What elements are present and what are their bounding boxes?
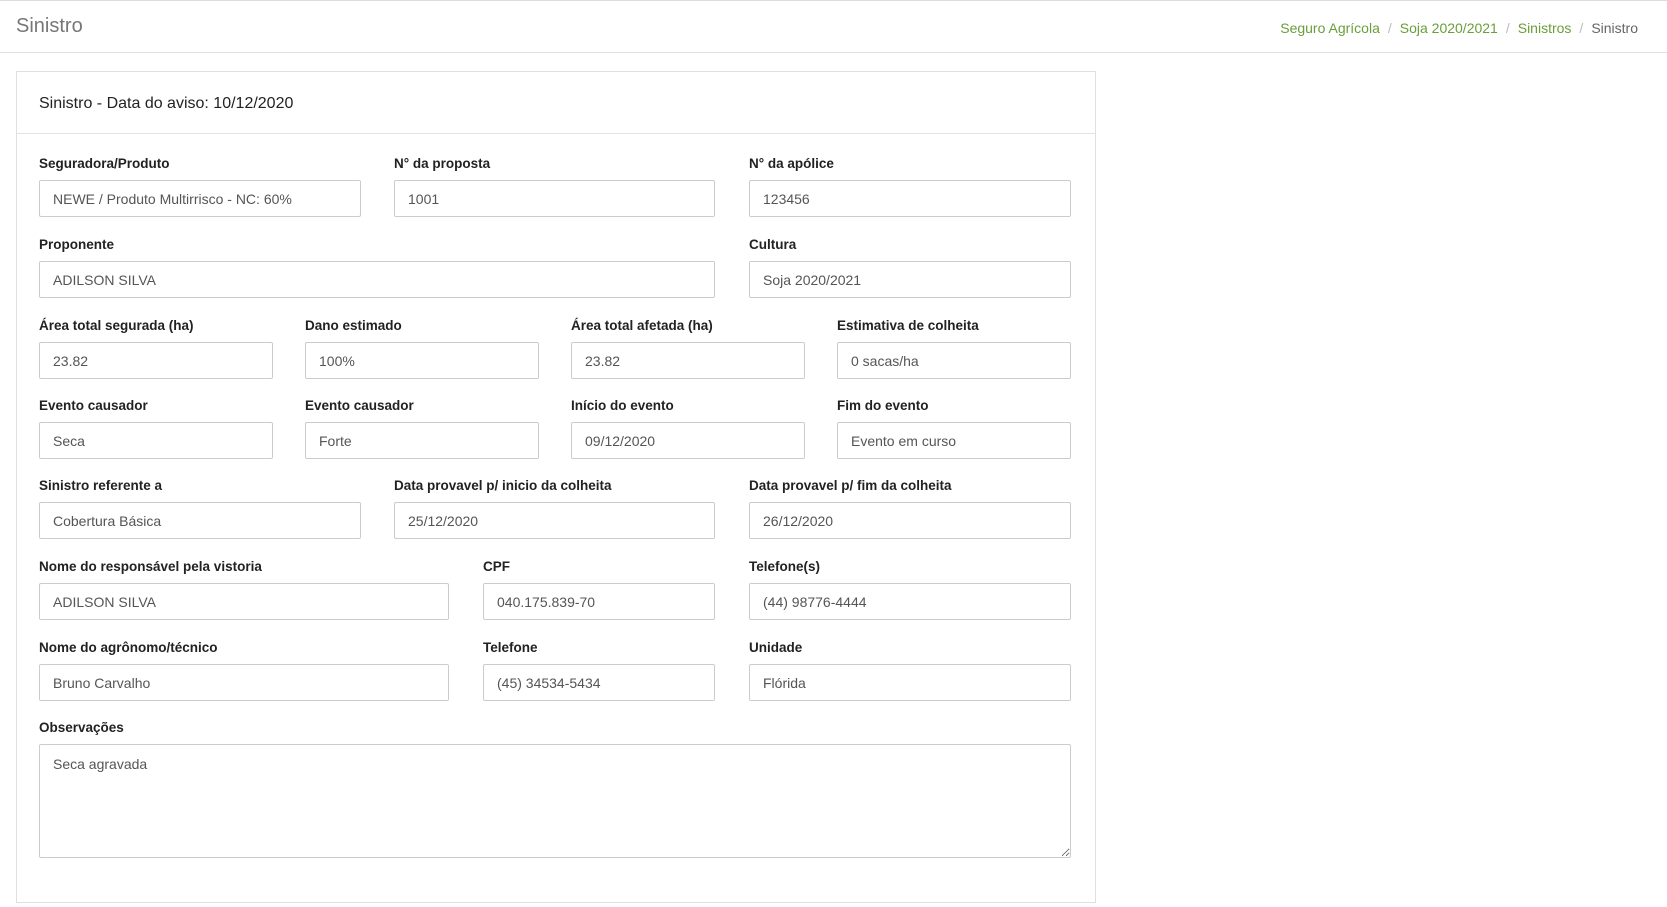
fim-colheita-label: Data provavel p/ fim da colheita — [749, 478, 952, 493]
page-title: Sinistro — [16, 15, 83, 37]
agronomo-field: Nome do agrônomo/técnico — [39, 639, 449, 701]
unidade-field: Unidade — [749, 639, 1071, 701]
observacoes-textarea[interactable]: Seca agravada — [39, 744, 1071, 858]
card-title: Sinistro - Data do aviso: 10/12/2020 — [39, 95, 294, 112]
fim-evento-label: Fim do evento — [837, 398, 929, 413]
unidade-input[interactable] — [749, 664, 1071, 701]
apolice-field: N° da apólice — [749, 155, 1071, 217]
evento-causador-label: Evento causador — [39, 398, 148, 413]
estimativa-input[interactable] — [837, 342, 1071, 379]
breadcrumb-separator: / — [1387, 20, 1392, 36]
estimativa-field: Estimativa de colheita — [837, 317, 1071, 379]
sinistro-referente-field: Sinistro referente a — [39, 477, 361, 539]
cultura-label: Cultura — [749, 237, 797, 252]
evento-intensidade-input[interactable] — [305, 422, 539, 459]
dano-input[interactable] — [305, 342, 539, 379]
agronomo-label: Nome do agrônomo/técnico — [39, 640, 218, 655]
seguradora-input[interactable] — [39, 180, 361, 217]
apolice-label: N° da apólice — [749, 156, 834, 171]
seguradora-label: Seguradora/Produto — [39, 156, 170, 171]
breadcrumb-separator: / — [1505, 20, 1510, 36]
area-segurada-label: Área total segurada (ha) — [39, 318, 194, 333]
breadcrumb-sinistros[interactable]: Sinistros — [1518, 20, 1572, 36]
inicio-colheita-input[interactable] — [394, 502, 715, 539]
proponente-input[interactable] — [39, 261, 715, 298]
cpf-label: CPF — [483, 559, 510, 574]
area-segurada-input[interactable] — [39, 342, 273, 379]
proposta-field: N° da proposta — [394, 155, 715, 217]
inicio-evento-field: Início do evento — [571, 397, 805, 459]
evento-intensidade-field: Evento causador — [305, 397, 539, 459]
area-afetada-input[interactable] — [571, 342, 805, 379]
breadcrumb-seguro-agricola[interactable]: Seguro Agrícola — [1280, 20, 1380, 36]
observacoes-field: Observações Seca agravada — [39, 719, 1071, 858]
inicio-colheita-label: Data provavel p/ inicio da colheita — [394, 478, 612, 493]
telefone-input[interactable] — [483, 664, 715, 701]
responsavel-field: Nome do responsável pela vistoria — [39, 558, 449, 620]
responsavel-label: Nome do responsável pela vistoria — [39, 559, 262, 574]
sinistro-referente-input[interactable] — [39, 502, 361, 539]
card-header: Sinistro - Data do aviso: 10/12/2020 — [17, 72, 1095, 134]
telefone-field: Telefone — [483, 639, 715, 701]
sinistro-referente-label: Sinistro referente a — [39, 478, 163, 493]
responsavel-input[interactable] — [39, 583, 449, 620]
apolice-input[interactable] — [749, 180, 1071, 217]
estimativa-label: Estimativa de colheita — [837, 318, 979, 333]
fim-colheita-input[interactable] — [749, 502, 1071, 539]
inicio-colheita-field: Data provavel p/ inicio da colheita — [394, 477, 715, 539]
inicio-evento-label: Início do evento — [571, 398, 674, 413]
inicio-evento-input[interactable] — [571, 422, 805, 459]
breadcrumb-separator: / — [1579, 20, 1584, 36]
proposta-label: N° da proposta — [394, 156, 491, 171]
fim-evento-input[interactable] — [837, 422, 1071, 459]
breadcrumb-soja[interactable]: Soja 2020/2021 — [1400, 20, 1498, 36]
cultura-field: Cultura — [749, 236, 1071, 298]
fim-evento-field: Fim do evento — [837, 397, 1071, 459]
evento-causador-field: Evento causador — [39, 397, 273, 459]
dano-label: Dano estimado — [305, 318, 402, 333]
fim-colheita-field: Data provavel p/ fim da colheita — [749, 477, 1071, 539]
proponente-field: Proponente — [39, 236, 715, 298]
area-segurada-field: Área total segurada (ha) — [39, 317, 273, 379]
area-afetada-field: Área total afetada (ha) — [571, 317, 805, 379]
proposta-input[interactable] — [394, 180, 715, 217]
sinistro-card: Sinistro - Data do aviso: 10/12/2020 Seg… — [16, 71, 1096, 903]
telefones-label: Telefone(s) — [749, 559, 821, 574]
area-afetada-label: Área total afetada (ha) — [571, 318, 713, 333]
telefones-input[interactable] — [749, 583, 1071, 620]
seguradora-field: Seguradora/Produto — [39, 155, 361, 217]
agronomo-input[interactable] — [39, 664, 449, 701]
evento-causador-input[interactable] — [39, 422, 273, 459]
telefones-field: Telefone(s) — [749, 558, 1071, 620]
top-bar: Sinistro Seguro Agrícola / Soja 2020/202… — [0, 0, 1667, 53]
dano-field: Dano estimado — [305, 317, 539, 379]
cultura-input[interactable] — [749, 261, 1071, 298]
observacoes-label: Observações — [39, 720, 124, 735]
breadcrumb-current: Sinistro — [1591, 20, 1638, 36]
cpf-field: CPF — [483, 558, 715, 620]
unidade-label: Unidade — [749, 640, 803, 655]
proponente-label: Proponente — [39, 237, 115, 252]
breadcrumb: Seguro Agrícola / Soja 2020/2021 / Sinis… — [1280, 20, 1638, 36]
cpf-input[interactable] — [483, 583, 715, 620]
telefone-label: Telefone — [483, 640, 538, 655]
evento-intensidade-label: Evento causador — [305, 398, 414, 413]
